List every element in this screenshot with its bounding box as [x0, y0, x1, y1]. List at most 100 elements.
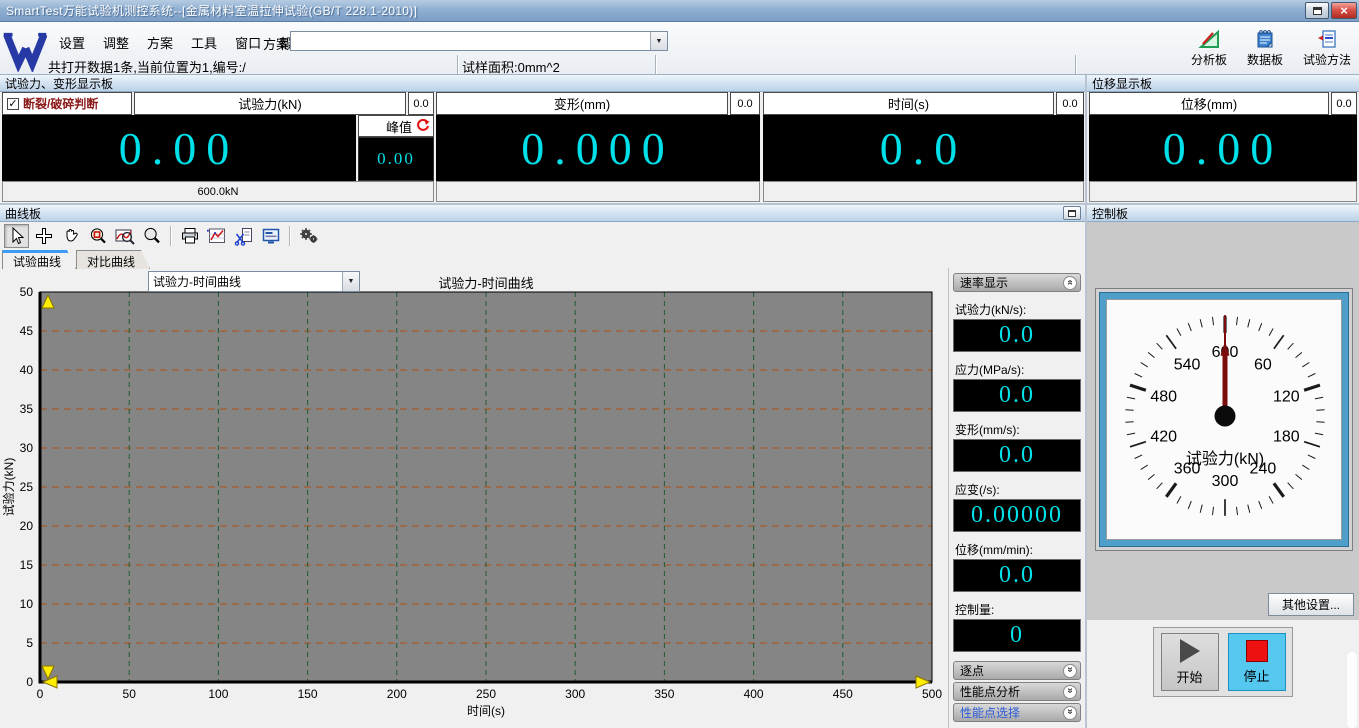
peak-reset-icon[interactable]: [416, 119, 430, 133]
deform-lcd: 0.000: [436, 115, 760, 181]
svg-text:540: 540: [1174, 356, 1201, 373]
tab-compare-curve[interactable]: 对比曲线: [76, 250, 150, 269]
app-logo: [3, 26, 47, 72]
curve-panel-caption: 曲线板: [0, 205, 1085, 222]
crosshair-tool-button[interactable]: [31, 224, 56, 248]
svg-text:480: 480: [1150, 389, 1177, 406]
chevron-down-icon[interactable]: [342, 272, 359, 291]
test-method-doc-icon: [1316, 29, 1338, 49]
chevron-down-icon[interactable]: [650, 32, 667, 50]
control-panel-title: 控制板: [1092, 205, 1128, 222]
close-window-button[interactable]: [1331, 2, 1357, 19]
svg-text:500: 500: [922, 687, 942, 701]
rate-control-label: 控制量:: [953, 602, 1081, 619]
curve-style-button[interactable]: [204, 224, 229, 248]
copy-cut-button[interactable]: [231, 224, 256, 248]
expand-down-icon[interactable]: [1063, 685, 1077, 699]
settings-gears-button[interactable]: [296, 224, 321, 248]
tab-test-curve[interactable]: 试验曲线: [2, 250, 76, 269]
status-bar: 共打开数据1条,当前位置为1,编号:/ 试样面积:0mm^2: [44, 55, 1076, 74]
displacement-panel-title: 位移显示板: [1092, 75, 1152, 92]
expand-down-icon[interactable]: [1063, 664, 1077, 678]
svg-text:100: 100: [208, 687, 228, 701]
analysis-panel-button[interactable]: 分析板: [1187, 27, 1231, 70]
curve-chart-icon: [207, 226, 227, 246]
curve-panel-restore-button[interactable]: [1063, 206, 1081, 220]
other-settings-button[interactable]: 其他设置...: [1268, 593, 1354, 616]
deform-header: 变形(mm): [436, 92, 728, 115]
stop-icon: [1246, 640, 1268, 662]
pointer-icon: [7, 226, 27, 246]
svg-text:120: 120: [1273, 389, 1300, 406]
control-panel-body: 60060120180240300360420480540试验力(kN) 其他设…: [1087, 222, 1359, 728]
fracture-judge-checkbox[interactable]: [7, 98, 19, 110]
zoom-box-tool-button[interactable]: [85, 224, 110, 248]
analysis-panel-label: 分析板: [1191, 51, 1227, 68]
svg-text:180: 180: [1273, 428, 1300, 445]
test-method-label: 试验方法: [1303, 51, 1351, 68]
pan-hand-tool-button[interactable]: [58, 224, 83, 248]
rate-force-lcd: 0.0: [953, 319, 1081, 352]
menu-item-tools[interactable]: 工具: [189, 32, 219, 53]
data-panel-button[interactable]: 数据板: [1243, 27, 1287, 70]
section-performance-analysis-label: 性能点分析: [960, 683, 1020, 700]
displacement-header: 位移(mm): [1089, 92, 1329, 115]
display-window-button[interactable]: [258, 224, 283, 248]
restore-window-button[interactable]: [1305, 2, 1329, 19]
rate-panel-title: 速率显示: [960, 274, 1008, 291]
crosshair-icon: [34, 226, 54, 246]
status-empty-cell: [656, 55, 1076, 74]
zoom-region-tool-button[interactable]: [112, 224, 137, 248]
peak-label: 峰值: [386, 117, 412, 136]
curve-type-combobox[interactable]: 试验力-时间曲线: [148, 271, 360, 292]
svg-text:450: 450: [833, 687, 853, 701]
svg-text:50: 50: [20, 285, 34, 299]
hand-icon: [61, 226, 81, 246]
peak-lcd: 0.00: [358, 137, 434, 181]
collapse-up-icon[interactable]: [1063, 276, 1077, 290]
peak-header: 峰值: [358, 115, 434, 137]
stop-button-label: 停止: [1243, 666, 1269, 685]
section-pointwise[interactable]: 逐点: [953, 661, 1081, 680]
svg-text:400: 400: [744, 687, 764, 701]
section-performance-select[interactable]: 性能点选择: [953, 703, 1081, 722]
rate-field-displacement: 位移(mm/min): 0.0: [953, 542, 1081, 592]
force-gauge: 60060120180240300360420480540试验力(kN): [1095, 288, 1353, 551]
zoom-region-icon: [114, 226, 136, 246]
pointer-tool-button[interactable]: [4, 224, 29, 248]
stop-button[interactable]: 停止: [1228, 633, 1286, 691]
svg-text:0: 0: [37, 687, 44, 701]
menu-item-adjust[interactable]: 调整: [101, 32, 131, 53]
test-method-button[interactable]: 试验方法: [1299, 27, 1355, 70]
section-performance-analysis[interactable]: 性能点分析: [953, 682, 1081, 701]
scrollbar-thumb[interactable]: [1347, 652, 1357, 728]
rate-field-strain: 应变(/s): 0.00000: [953, 482, 1081, 532]
svg-text:150: 150: [298, 687, 318, 701]
magnifier-icon: [142, 226, 162, 246]
curve-panel-body: 试验曲线 对比曲线 试验力-时间曲线 试验力-时间曲线 051015202530…: [0, 222, 1085, 728]
play-icon: [1180, 639, 1200, 663]
curve-chart[interactable]: 0510152025303540455005010015020025030035…: [0, 269, 948, 728]
menu-item-window[interactable]: 窗口: [233, 32, 263, 53]
rate-panel-header[interactable]: 速率显示: [953, 273, 1081, 292]
fracture-judge-label: 断裂/破碎判断: [23, 95, 98, 112]
window-title: SmartTest万能试验机测控系统--[金属材料室温拉伸试验(GB/T 228…: [6, 2, 417, 19]
rate-displacement-lcd: 0.0: [953, 559, 1081, 592]
status-data-info: 共打开数据1条,当前位置为1,编号:/: [44, 55, 458, 74]
expand-down-icon[interactable]: [1063, 706, 1077, 720]
printer-icon: [180, 226, 200, 246]
scheme-combobox[interactable]: [290, 31, 668, 51]
start-button[interactable]: 开始: [1161, 633, 1219, 691]
force-range-strip: 600.0kN: [2, 181, 434, 202]
run-control-group: 开始 停止: [1153, 627, 1293, 697]
menu-item-settings[interactable]: 设置: [57, 32, 87, 53]
data-notepad-icon: [1254, 29, 1276, 49]
print-button[interactable]: [177, 224, 202, 248]
magnifier-tool-button[interactable]: [139, 224, 164, 248]
svg-text:35: 35: [20, 402, 34, 416]
displacement-panel-caption: 位移显示板: [1087, 75, 1359, 92]
deform-range-strip: [436, 181, 760, 202]
force-corner-value: 0.0: [408, 92, 434, 115]
displacement-range-strip: [1089, 181, 1357, 202]
menu-item-scheme[interactable]: 方案: [145, 32, 175, 53]
